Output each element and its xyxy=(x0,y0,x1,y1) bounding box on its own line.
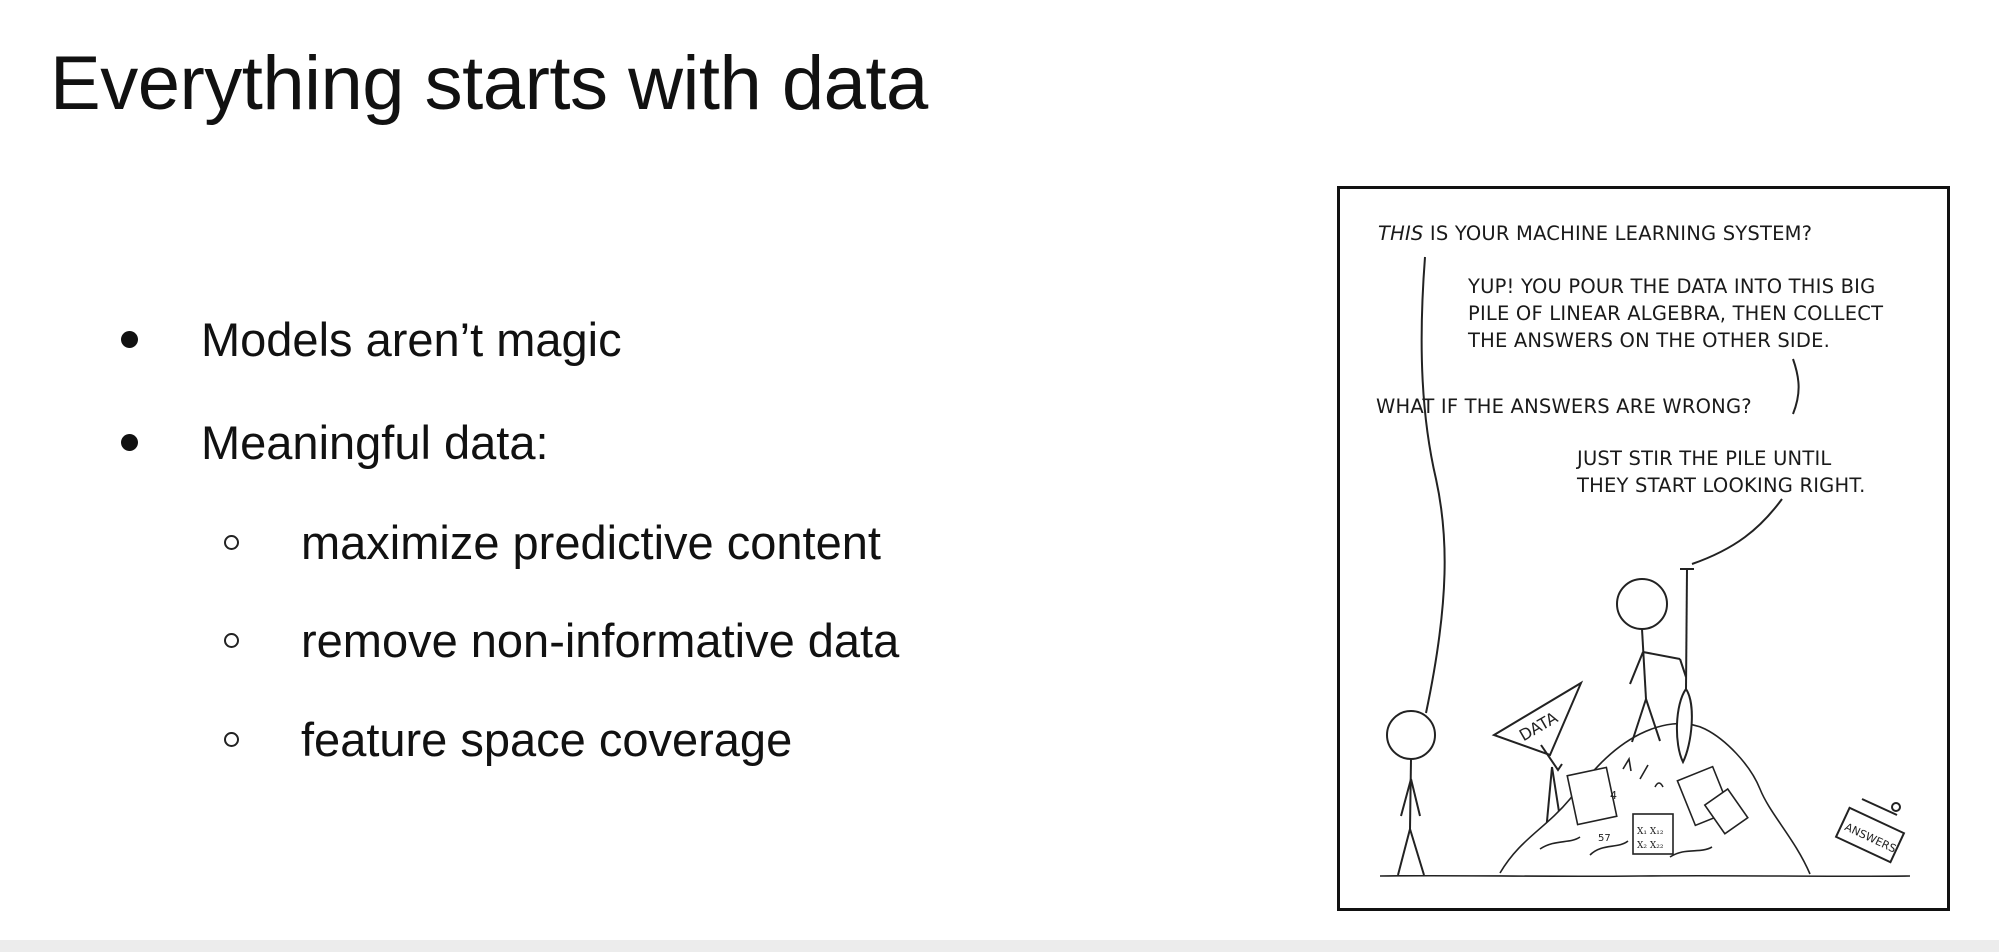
comic-answer-line: THEY START LOOKING RIGHT. xyxy=(1576,474,1866,497)
comic-reply-line: THE ANSWERS ON THE OTHER SIDE. xyxy=(1467,329,1830,352)
bullet-item: Models aren’t magic xyxy=(121,312,622,367)
ground-line xyxy=(1379,874,1911,878)
bullet-item: Meaningful data: xyxy=(121,415,549,470)
comic-reply-line: YUP! YOU POUR THE DATA INTO THIS BIG xyxy=(1467,275,1875,298)
comic-drawing: THIS IS YOUR MACHINE LEARNING SYSTEM? YU… xyxy=(1376,222,1911,878)
sub-bullet-text: maximize predictive content xyxy=(301,516,881,569)
stirring-paddle-icon xyxy=(1675,568,1694,765)
answers-box-icon: ANSWERS xyxy=(1834,798,1906,864)
bullet-dot-icon xyxy=(121,434,138,451)
bullet-text: Meaningful data: xyxy=(201,416,549,469)
sub-bullet-text: remove non-informative data xyxy=(301,614,900,667)
sub-bullet-item: maximize predictive content xyxy=(224,515,881,570)
bullet-circle-icon xyxy=(224,535,239,550)
comic-answer-line: JUST STIR THE PILE UNTIL xyxy=(1575,447,1831,470)
bullet-dot-icon xyxy=(121,331,138,348)
bullet-text: Models aren’t magic xyxy=(201,313,622,366)
speech-tail-left xyxy=(1420,256,1446,714)
comic-question-rest: IS YOUR MACHINE LEARNING SYSTEM? xyxy=(1424,222,1813,245)
svg-text:4: 4 xyxy=(1610,789,1617,802)
sub-bullet-item: remove non-informative data xyxy=(224,613,899,668)
stick-figure-stirring xyxy=(1616,578,1687,743)
speech-tail-right xyxy=(1792,358,1800,415)
bullet-circle-icon xyxy=(224,633,239,648)
comic-followup-question: WHAT IF THE ANSWERS ARE WRONG? xyxy=(1376,395,1752,418)
comic-reply-line: PILE OF LINEAR ALGEBRA, THEN COLLECT xyxy=(1468,302,1883,325)
bottom-strip xyxy=(0,940,1999,952)
svg-text:X₁ X₁₂: X₁ X₁₂ xyxy=(1637,827,1664,837)
comic-panel: THIS IS YOUR MACHINE LEARNING SYSTEM? YU… xyxy=(1337,186,1950,911)
speech-tail-standing xyxy=(1691,498,1783,565)
svg-text:57: 57 xyxy=(1598,833,1611,844)
comic-emphasis: THIS xyxy=(1378,222,1424,245)
slide: Everything starts with data Models aren’… xyxy=(0,0,1999,940)
svg-text:X₂ X₂₂: X₂ X₂₂ xyxy=(1637,841,1664,851)
stick-figure-left xyxy=(1386,710,1436,876)
bullet-circle-icon xyxy=(224,732,239,747)
sub-bullet-item: feature space coverage xyxy=(224,712,792,767)
sub-bullet-text: feature space coverage xyxy=(301,713,793,766)
comic-question-line: THIS IS YOUR MACHINE LEARNING SYSTEM? xyxy=(1378,222,1812,245)
slide-title: Everything starts with data xyxy=(50,41,928,126)
